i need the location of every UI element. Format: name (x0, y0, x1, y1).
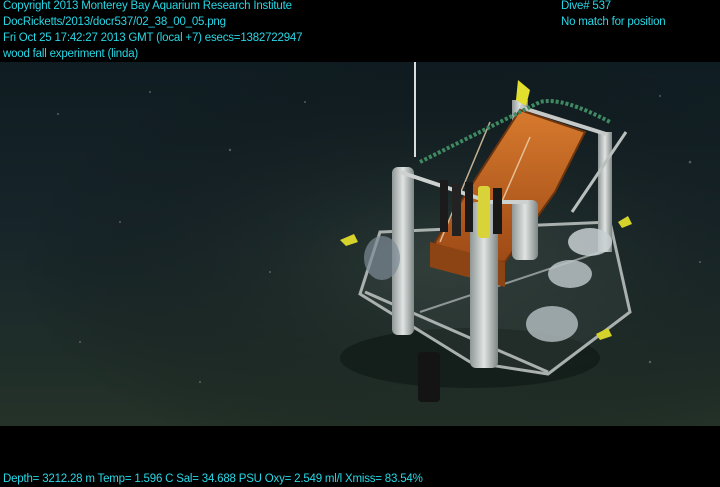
video-frame: Copyright 2013 Monterey Bay Aquarium Res… (0, 0, 720, 486)
sample-container (568, 228, 612, 256)
sample-container (364, 236, 400, 280)
instrument-cylinder (452, 184, 461, 236)
sample-container (526, 306, 578, 342)
copyright-text: Copyright 2013 Monterey Bay Aquarium Res… (3, 0, 292, 12)
yellow-sensor (478, 186, 490, 238)
dive-number: Dive# 537 (561, 0, 611, 12)
telemetry-readout: Depth= 3212.28 m Temp= 1.596 C Sal= 34.6… (3, 473, 423, 485)
experiment-label: wood fall experiment (linda) (3, 48, 139, 60)
instrument-cylinder (440, 180, 448, 232)
instrument-cylinder (493, 188, 502, 234)
file-path-text: DocRicketts/2013/docr537/02_38_00_05.png (3, 16, 226, 28)
position-status: No match for position (561, 16, 666, 28)
anchor-weight (418, 352, 440, 402)
instrument-cylinder (465, 182, 473, 232)
seafloor-scene (0, 62, 720, 426)
frame-pillar-mid (512, 200, 538, 260)
timestamp-text: Fri Oct 25 17:42:27 2013 GMT (local +7) … (3, 32, 303, 44)
sample-container (548, 260, 592, 288)
